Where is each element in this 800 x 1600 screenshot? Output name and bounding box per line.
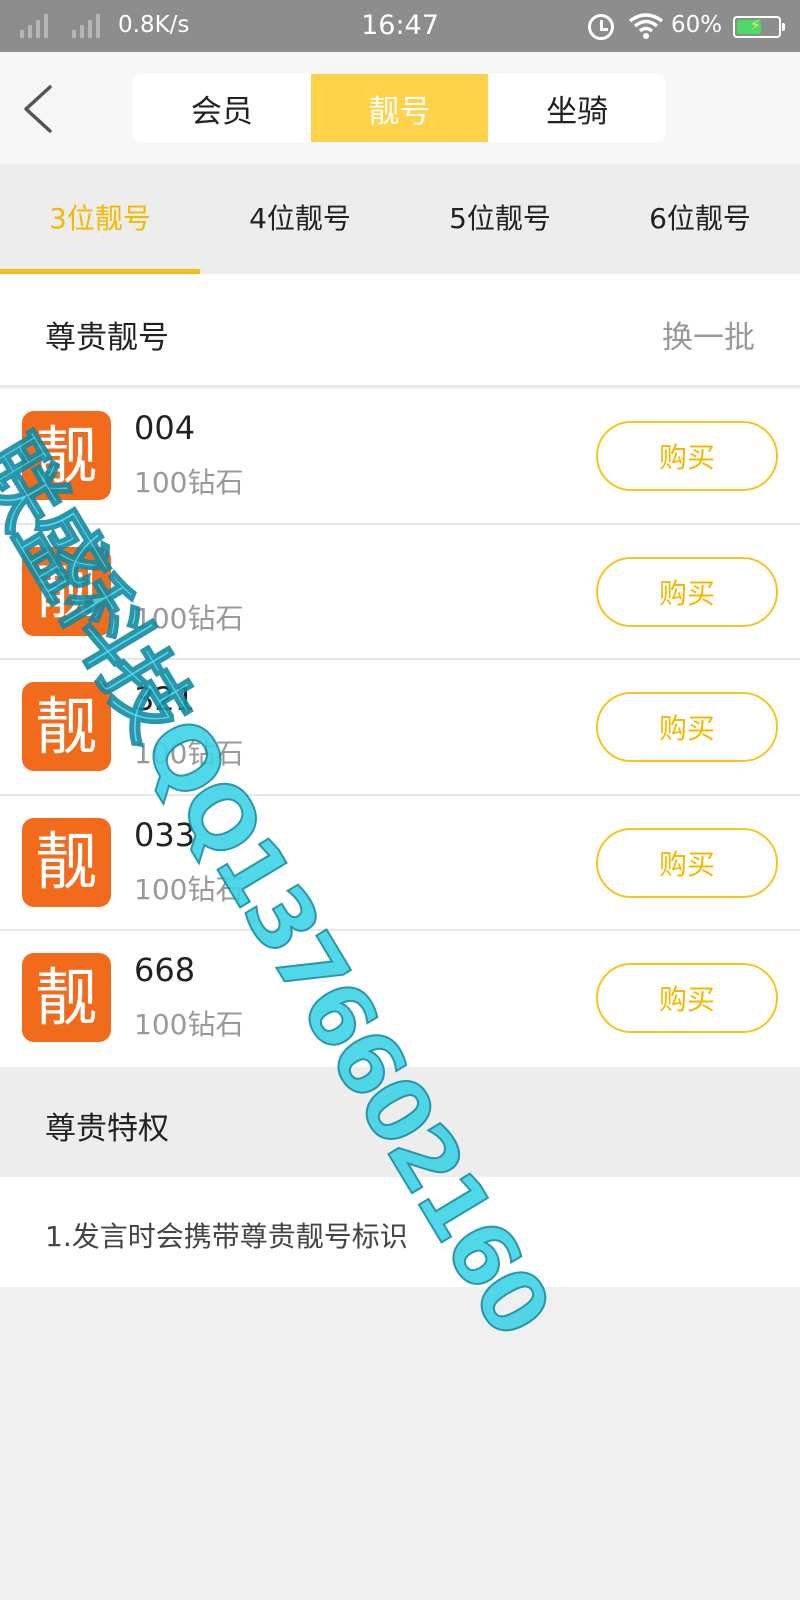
section-header: 尊贵靓号 换一批: [0, 274, 800, 387]
tab-3-digit[interactable]: 3位靓号: [0, 164, 200, 274]
buy-button[interactable]: 购买: [596, 692, 778, 762]
section-title: 尊贵靓号: [45, 320, 169, 356]
number-price: 100钻石: [134, 737, 244, 770]
status-bar: 0.8K/s 16:47 60% ⚡: [0, 0, 800, 52]
buy-button[interactable]: 购买: [596, 421, 778, 491]
tab-mount[interactable]: 坐骑: [488, 74, 666, 142]
category-tabs: 3位靓号 4位靓号 5位靓号 6位靓号: [0, 164, 800, 274]
privileges-title: 尊贵特权: [45, 1111, 169, 1147]
battery-percent: 60%: [671, 12, 723, 38]
wifi-icon: [628, 13, 664, 39]
tab-5-digit[interactable]: 5位靓号: [400, 164, 600, 274]
list-item: 靓 033 100钻石 购买: [0, 796, 800, 931]
pretty-number-badge: 靓: [22, 953, 111, 1042]
pretty-number-badge: 靓: [22, 817, 111, 907]
battery-icon: ⚡: [733, 16, 785, 38]
number-price: 100钻石: [134, 466, 244, 499]
number-value: 004: [134, 409, 196, 447]
privileges-body: 1.发言时会携带尊贵靓号标识: [0, 1177, 800, 1287]
charging-icon: ⚡: [750, 16, 761, 34]
pretty-number-badge: 靓: [22, 411, 111, 500]
tab-6-digit[interactable]: 6位靓号: [600, 164, 800, 274]
list-item: 靓 668 100钻石 购买: [0, 931, 800, 1067]
tab-4-digit[interactable]: 4位靓号: [200, 164, 400, 274]
number-list: 靓 004 100钻石 购买 靓 100钻石 购买 靓 321 100钻石 购买…: [0, 389, 800, 1067]
pretty-number-badge: 靓: [22, 546, 111, 636]
back-icon[interactable]: [16, 84, 60, 134]
privileges-header: 尊贵特权: [0, 1067, 800, 1177]
buy-button[interactable]: 购买: [596, 556, 778, 627]
number-price: 100钻石: [134, 1008, 244, 1041]
header: 会员 靓号 坐骑: [0, 52, 800, 164]
alarm-icon: [588, 14, 614, 40]
tab-member[interactable]: 会员: [133, 74, 311, 142]
buy-button[interactable]: 购买: [596, 827, 778, 898]
pretty-number-badge: 靓: [22, 682, 111, 771]
number-price: 100钻石: [134, 872, 244, 906]
number-value: 033: [134, 815, 196, 854]
number-value: 668: [134, 951, 196, 989]
segment-tabs: 会员 靓号 坐骑: [133, 74, 666, 142]
privilege-item: 1.发言时会携带尊贵靓号标识: [45, 1220, 408, 1253]
number-price: 100钻石: [134, 601, 244, 635]
list-item: 靓 004 100钻石 购买: [0, 389, 800, 525]
tab-pretty-number[interactable]: 靓号: [310, 74, 489, 142]
buy-button[interactable]: 购买: [596, 963, 778, 1033]
number-value: 321: [134, 680, 196, 718]
list-item: 靓 321 100钻石 购买: [0, 660, 800, 796]
refresh-batch-button[interactable]: 换一批: [662, 312, 755, 357]
list-item: 靓 100钻石 购买: [0, 525, 800, 660]
